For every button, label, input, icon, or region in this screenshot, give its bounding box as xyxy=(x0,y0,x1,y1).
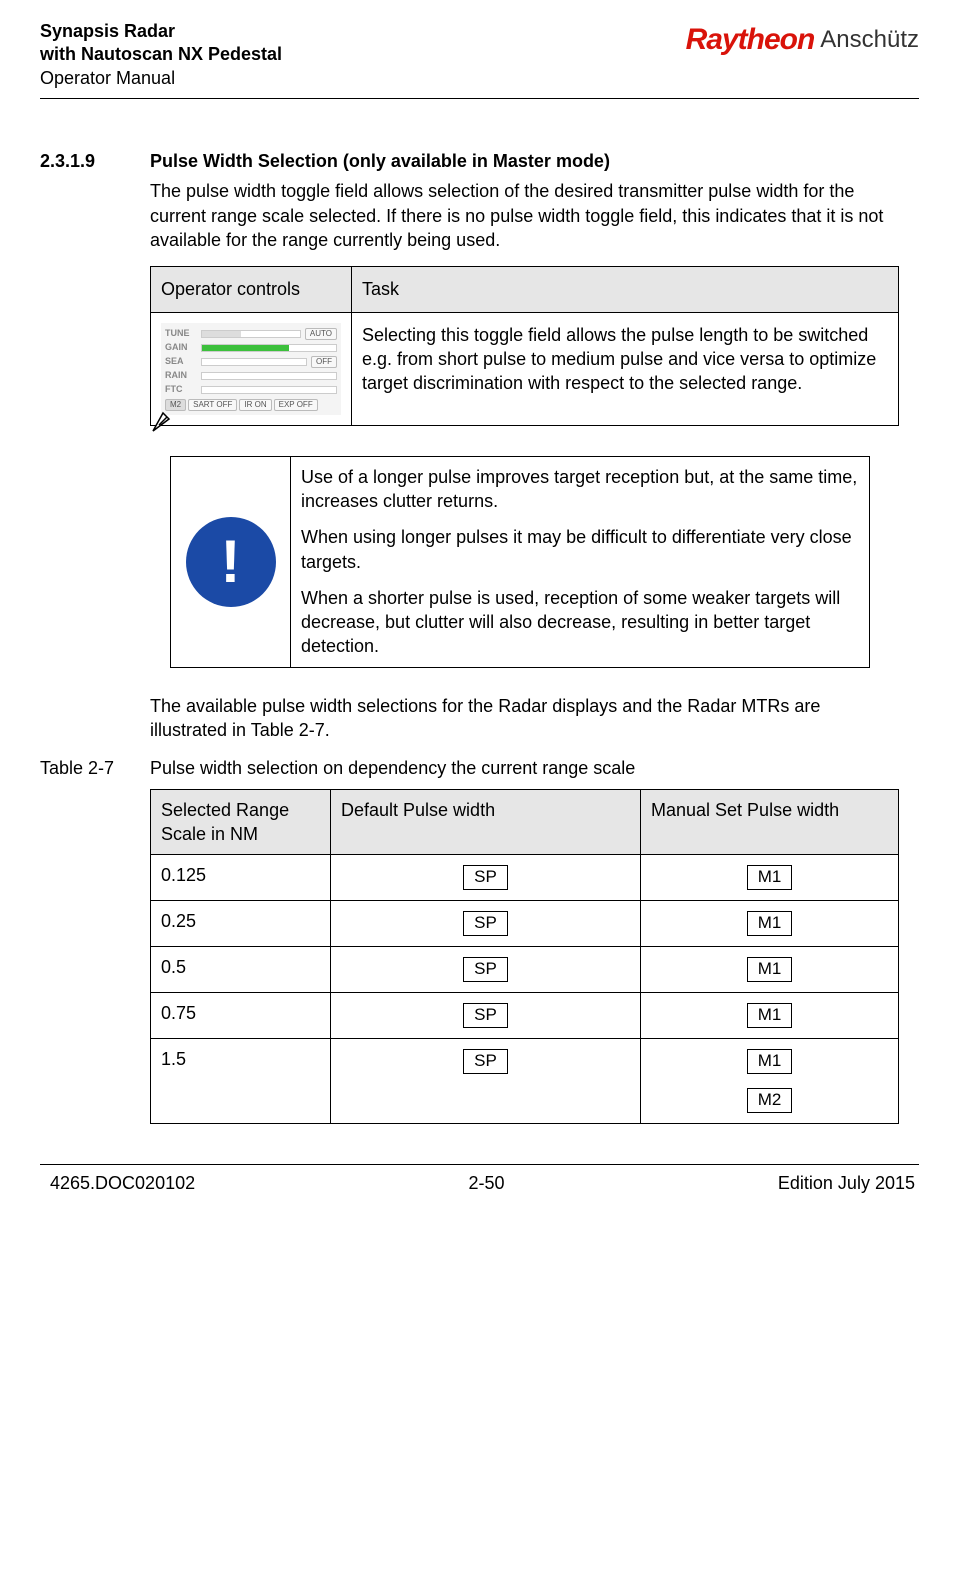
exp-toggle[interactable]: EXP OFF xyxy=(274,399,318,411)
section-heading-row: 2.3.1.9 Pulse Width Selection (only avai… xyxy=(150,149,899,173)
table27-caption-row: Table 2-7 Pulse width selection on depen… xyxy=(150,756,899,780)
pulse-width-value: M1 xyxy=(747,957,793,982)
table-row: 0.125 SP M1 xyxy=(151,855,899,901)
opc-controls-cell: TUNE AUTO GAIN SEA OFF RAIN xyxy=(151,312,352,425)
rain-slider[interactable] xyxy=(201,372,337,380)
brand-block: Raytheon Anschütz xyxy=(686,20,919,61)
note-box: ! Use of a longer pulse improves target … xyxy=(170,456,870,668)
page-footer: 4265.DOC020102 2-50 Edition July 2015 xyxy=(40,1171,919,1195)
pulse-width-value: SP xyxy=(463,1049,508,1074)
footer-edition: Edition July 2015 xyxy=(778,1171,915,1195)
section-title: Pulse Width Selection (only available in… xyxy=(150,149,610,173)
operator-task-table: Operator controls Task TUNE AUTO GAIN S xyxy=(150,266,899,425)
panel-label-tune: TUNE xyxy=(165,329,197,338)
pw-manual-cell: M1 xyxy=(641,855,899,901)
pulse-width-value: M1 xyxy=(747,1049,793,1074)
auto-button[interactable]: AUTO xyxy=(305,328,337,340)
pw-range-cell: 1.5 xyxy=(151,1038,331,1123)
footer-page: 2-50 xyxy=(468,1171,504,1195)
pulse-width-value: M1 xyxy=(747,911,793,936)
table-row: 0.5 SP M1 xyxy=(151,947,899,993)
section-intro: The pulse width toggle field allows sele… xyxy=(150,179,899,252)
pw-manual-cell: M1 xyxy=(641,901,899,947)
pointer-arrow-icon xyxy=(151,403,181,433)
pw-default-cell: SP xyxy=(331,993,641,1039)
pulse-width-value: SP xyxy=(463,911,508,936)
pulse-width-value: SP xyxy=(463,865,508,890)
section-number: 2.3.1.9 xyxy=(40,149,120,173)
table27-label: Table 2-7 xyxy=(40,756,120,780)
pw-manual-cell: M1 xyxy=(641,947,899,993)
gain-slider[interactable] xyxy=(201,344,337,352)
page-header: Synapsis Radar with Nautoscan NX Pedesta… xyxy=(40,20,919,90)
pulse-width-value: SP xyxy=(463,1003,508,1028)
main-content: 2.3.1.9 Pulse Width Selection (only avai… xyxy=(150,149,899,1124)
pw-default-cell: SP xyxy=(331,1038,641,1123)
pw-manual-cell: M1 M2 xyxy=(641,1038,899,1123)
pw-default-cell: SP xyxy=(331,947,641,993)
panel-label-ftc: FTC xyxy=(165,385,197,394)
pw-default-cell: SP xyxy=(331,901,641,947)
table-row: 0.25 SP M1 xyxy=(151,901,899,947)
opc-head-controls: Operator controls xyxy=(151,267,352,312)
pw-default-cell: SP xyxy=(331,855,641,901)
pulse-width-value: M1 xyxy=(747,865,793,890)
attention-icon: ! xyxy=(186,517,276,607)
panel-label-gain: GAIN xyxy=(165,343,197,352)
ftc-slider[interactable] xyxy=(201,386,337,394)
note-p2: When using longer pulses it may be diffi… xyxy=(301,525,859,574)
title-line-2: with Nautoscan NX Pedestal xyxy=(40,43,282,66)
note-p1: Use of a longer pulse improves target re… xyxy=(301,465,859,514)
mid-para: The available pulse width selections for… xyxy=(150,694,899,743)
table-row: 0.75 SP M1 xyxy=(151,993,899,1039)
pw-range-cell: 0.5 xyxy=(151,947,331,993)
footer-rule xyxy=(40,1164,919,1165)
table27-caption: Pulse width selection on dependency the … xyxy=(150,756,635,780)
note-icon-cell: ! xyxy=(171,456,291,667)
sart-toggle[interactable]: SART OFF xyxy=(188,399,237,411)
pulse-width-table: Selected Range Scale in NM Default Pulse… xyxy=(150,789,899,1124)
panel-label-sea: SEA xyxy=(165,357,197,366)
off-button[interactable]: OFF xyxy=(311,356,337,368)
pw-manual-cell: M1 xyxy=(641,993,899,1039)
title-line-1: Synapsis Radar xyxy=(40,20,282,43)
doc-title: Synapsis Radar with Nautoscan NX Pedesta… xyxy=(40,20,282,90)
pw-range-cell: 0.75 xyxy=(151,993,331,1039)
radar-control-panel: TUNE AUTO GAIN SEA OFF RAIN xyxy=(161,323,341,415)
brand-logo: Raytheon xyxy=(686,20,815,61)
panel-label-rain: RAIN xyxy=(165,371,197,380)
table-row: 1.5 SP M1 M2 xyxy=(151,1038,899,1123)
opc-head-task: Task xyxy=(352,267,899,312)
header-rule xyxy=(40,98,919,99)
pw-range-cell: 0.25 xyxy=(151,901,331,947)
footer-docid: 4265.DOC020102 xyxy=(50,1171,195,1195)
title-line-3: Operator Manual xyxy=(40,67,282,90)
pulse-width-value: SP xyxy=(463,957,508,982)
tune-slider[interactable] xyxy=(201,330,301,338)
pw-head-manual: Manual Set Pulse width xyxy=(641,789,899,855)
pulse-width-value: M1 xyxy=(747,1003,793,1028)
note-p3: When a shorter pulse is used, reception … xyxy=(301,586,859,659)
pw-head-default: Default Pulse width xyxy=(331,789,641,855)
brand-sub: Anschütz xyxy=(820,24,919,56)
pw-head-range: Selected Range Scale in NM xyxy=(151,789,331,855)
pulse-width-value: M2 xyxy=(747,1088,793,1113)
note-text-cell: Use of a longer pulse improves target re… xyxy=(291,456,870,667)
opc-task-cell: Selecting this toggle field allows the p… xyxy=(352,312,899,425)
pw-range-cell: 0.125 xyxy=(151,855,331,901)
ir-toggle[interactable]: IR ON xyxy=(239,399,271,411)
sea-slider[interactable] xyxy=(201,358,307,366)
